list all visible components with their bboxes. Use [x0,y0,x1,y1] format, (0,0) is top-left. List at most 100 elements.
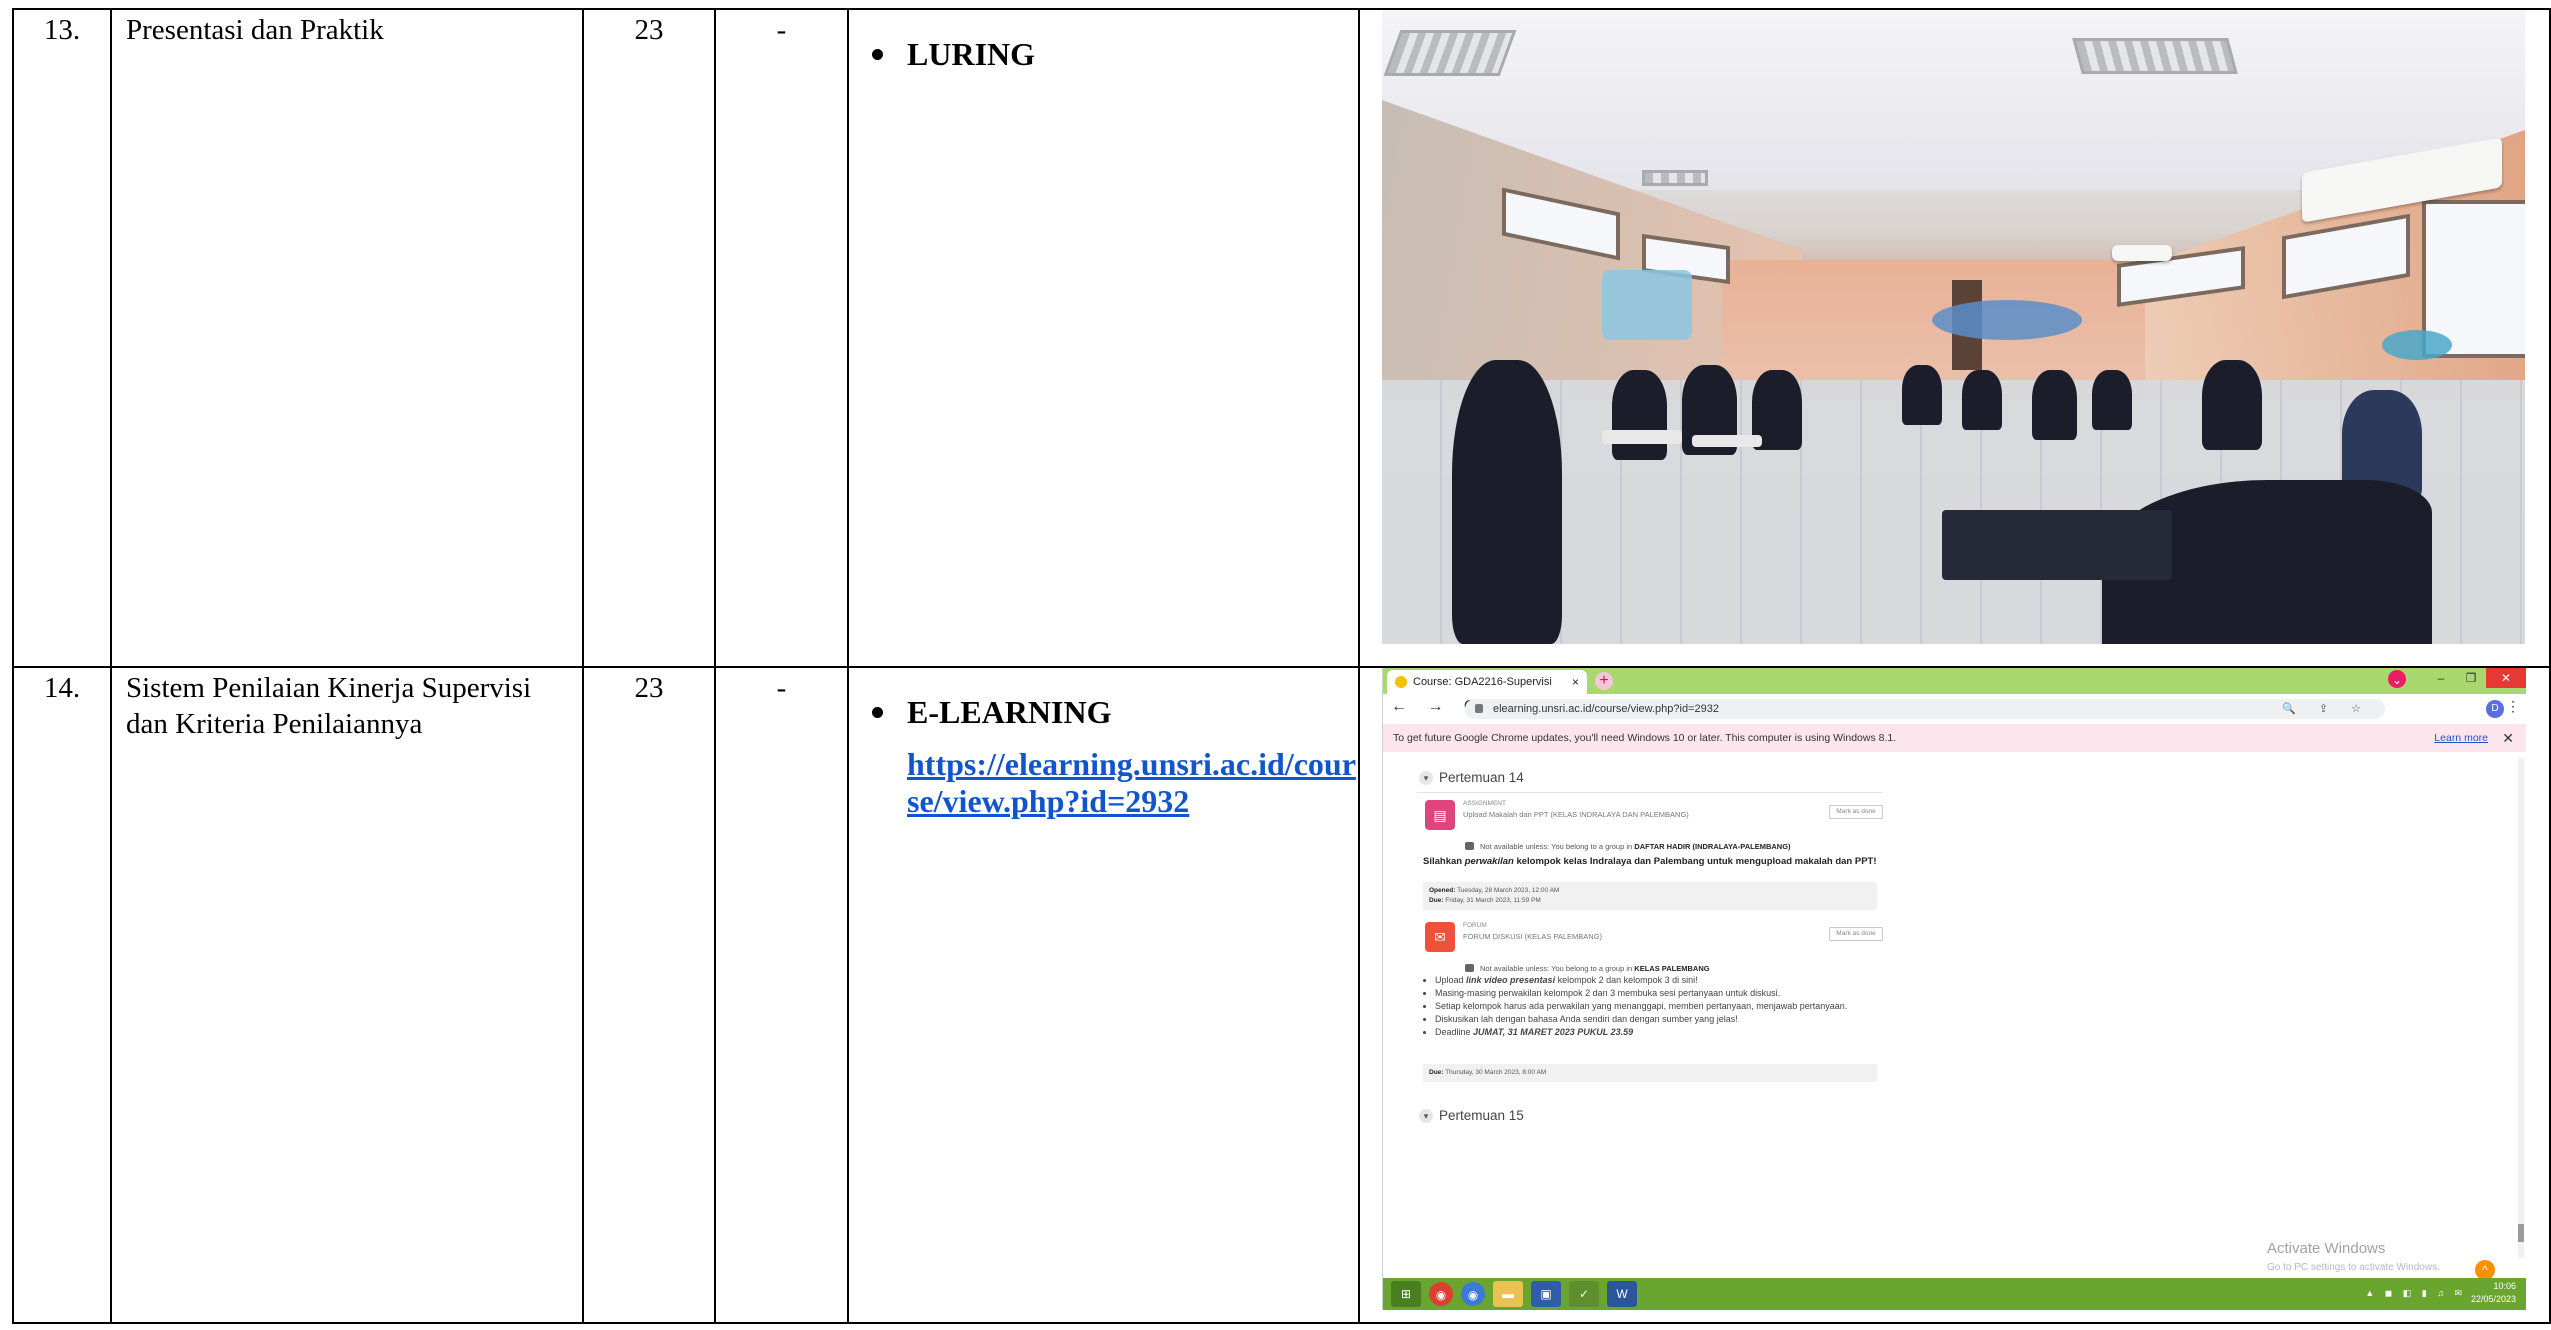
learn-more-link[interactable]: Learn more [2434,724,2488,752]
scrollbar[interactable] [2518,758,2524,1258]
more-menu-icon[interactable]: ⋮ [2506,698,2520,715]
start-icon[interactable]: ⊞ [1391,1281,1421,1307]
classroom-photo [1382,10,2525,644]
list-item: Deadline JUMAT, 31 MARET 2023 PUKUL 23.5… [1435,1026,1847,1039]
mark-as-done-button[interactable]: Mark as done [1829,805,1883,819]
activity-kind: ASSIGNMENT [1463,800,1506,807]
restriction-text: Not available unless: You belong to a gr… [1480,842,1633,851]
course-link[interactable]: https://elearning.unsri.ac.id/course/vie… [907,746,1357,820]
opened-line: Opened: Tuesday, 28 March 2023, 12:00 AM [1429,886,1871,896]
window-controls: ⌄ – ❐ ✕ [2388,668,2526,694]
photo-desk [1942,510,2172,580]
desc-text: kelompok kelas Indralaya dan Palembang u… [1513,856,1877,867]
word-icon[interactable]: W [1607,1281,1637,1307]
file-explorer-icon[interactable]: ▬ [1493,1281,1523,1307]
clock-date: 22/05/2023 [2470,1294,2516,1304]
due-value: Friday, 31 March 2023, 11:59 PM [1445,897,1541,904]
table-row: 13. Presentasi dan Praktik 23 - LURING [12,8,2551,668]
item-text: kelompok 2 dan kelompok 3 di sini! [1555,975,1698,985]
address-bar[interactable]: elearning.unsri.ac.id/course/view.php?id… [1465,699,2385,719]
count-value: 23 [634,672,664,704]
student-figure [2202,360,2262,450]
list-item: Setiap kelompok harus ada perwakilan yan… [1435,1000,1847,1013]
close-infobar-icon[interactable]: ✕ [2502,724,2514,752]
topic-text: Presentasi dan Praktik [126,14,384,46]
student-figure [1962,370,2002,430]
restriction-group: DAFTAR HADIR (INDRALAYA-PALEMBANG) [1634,842,1791,851]
app-icon[interactable]: ▣ [1531,1281,1561,1307]
due-value: Thursday, 30 March 2023, 8:00 AM [1445,1069,1547,1076]
forum-icon: ✉ [1425,922,1455,952]
close-tab-icon[interactable]: × [1572,670,1579,694]
activity-description: Silahkan perwakilan kelompok kelas Indra… [1423,856,1877,867]
section-header[interactable]: ▾ Pertemuan 15 [1419,1108,1524,1123]
activity-name[interactable]: Upload Makalah dan PPT (KELAS INDRALAYA … [1463,810,1689,819]
restriction-note: Not available unless: You belong to a gr… [1465,964,1710,973]
section-title: Pertemuan 14 [1439,770,1524,785]
air-conditioner [2112,245,2172,261]
restore-button[interactable]: ❐ [2456,668,2486,688]
topic-text: Sistem Penilaian Kinerja Supervisi dan K… [126,672,532,740]
tray-icons[interactable]: ▲ ◼ ◧ ▮ ♫ ✉ [2365,1288,2466,1299]
lesson-table: 13. Presentasi dan Praktik 23 - LURING 1… [12,8,2551,1324]
list-item: Diskusikan lah dengan bahasa Anda sendir… [1435,1013,1847,1026]
scroll-thumb[interactable] [2518,1224,2524,1242]
minimize-button[interactable]: – [2426,668,2456,688]
opened-value: Tuesday, 28 March 2023, 12:00 AM [1457,887,1560,894]
system-clock[interactable]: 10:06 22/05/2023 [2471,1280,2516,1306]
omnibox-tools-icon[interactable]: 🔍 ⇪ ☆ [2282,699,2371,719]
section-header[interactable]: ▾ Pertemuan 14 [1419,770,1524,785]
row-number-cell: 13. [12,8,112,668]
photo-desk [1692,435,1762,447]
lock-icon [1465,964,1474,972]
student-figure [2092,370,2132,430]
browser-tab[interactable]: Course: GDA2216-Supervisi × [1387,670,1587,694]
app-icon[interactable]: ✓ [1569,1281,1599,1307]
evidence-cell [1358,8,2551,668]
section-title: Pertemuan 15 [1439,1108,1524,1123]
activity-name[interactable]: FORUM DISKUSI (KELAS PALEMBANG) [1463,932,1602,941]
due-label: Due: [1429,897,1444,904]
tab-title: Course: GDA2216-Supervisi [1413,676,1552,688]
list-item: Masing-masing perwakilan kelompok 2 dan … [1435,987,1847,1000]
chrome-icon[interactable]: ◉ [1429,1282,1453,1306]
new-tab-button[interactable]: + [1595,672,1613,690]
item-emphasis: JUMAT, 31 MARET 2023 PUKUL 23.59 [1473,1027,1634,1037]
close-window-button[interactable]: ✕ [2486,668,2526,688]
dates-box: Opened: Tuesday, 28 March 2023, 12:00 AM… [1423,882,1877,910]
ceiling-lamp [1642,170,1708,186]
forum-instructions: Upload link video presentasi kelompok 2 … [1423,974,1847,1039]
course-content: ▾ Pertemuan 14 ▤ ASSIGNMENT Upload Makala… [1383,752,2526,1272]
infobar-text: To get future Google Chrome updates, you… [1393,732,1897,744]
topic-cell: Presentasi dan Praktik [110,8,584,668]
divider [1417,792,1883,793]
mode-list: E-LEARNING [849,692,1358,732]
desc-emphasis: perwakilan [1464,856,1514,867]
chrome-alt-icon[interactable]: ◉ [1461,1282,1485,1306]
windows-taskbar: ⊞ ◉ ◉ ▬ ▣ ✓ W ▲ ◼ ◧ ▮ ♫ ✉ 10:06 22/05/20… [1383,1278,2526,1310]
due-label: Due: [1429,1069,1444,1076]
favicon-icon [1395,676,1407,688]
mode-item: E-LEARNING [872,692,1358,732]
chevron-down-icon: ▾ [1419,771,1433,785]
desc-text: Silahkan [1423,856,1465,867]
scroll-top-button[interactable]: ^ [2475,1260,2495,1280]
mode-cell: E-LEARNING https://elearning.unsri.ac.id… [847,666,1360,1324]
lock-icon [1475,704,1483,713]
lock-icon [1465,842,1474,850]
list-item: Upload link video presentasi kelompok 2 … [1435,974,1847,987]
mark-as-done-button[interactable]: Mark as done [1829,927,1883,941]
browser-toolbar: ← → C elearning.unsri.ac.id/course/view.… [1383,694,2526,725]
row-number: 13. [43,14,81,46]
row-number-cell: 14. [12,666,112,1324]
item-emphasis: link video presentasi [1466,975,1556,985]
assignment-icon: ▤ [1425,800,1455,830]
profile-menu-icon[interactable]: ⌄ [2388,670,2406,688]
table-row: 14. Sistem Penilaian Kinerja Supervisi d… [12,666,2551,1324]
mode-cell: LURING [847,8,1360,668]
count-cell: 23 [582,8,716,668]
account-avatar[interactable]: D [2486,700,2504,718]
chevron-down-icon: ▾ [1419,1109,1433,1123]
dash-cell: - [714,666,849,1324]
item-text: Deadline [1435,1027,1474,1037]
